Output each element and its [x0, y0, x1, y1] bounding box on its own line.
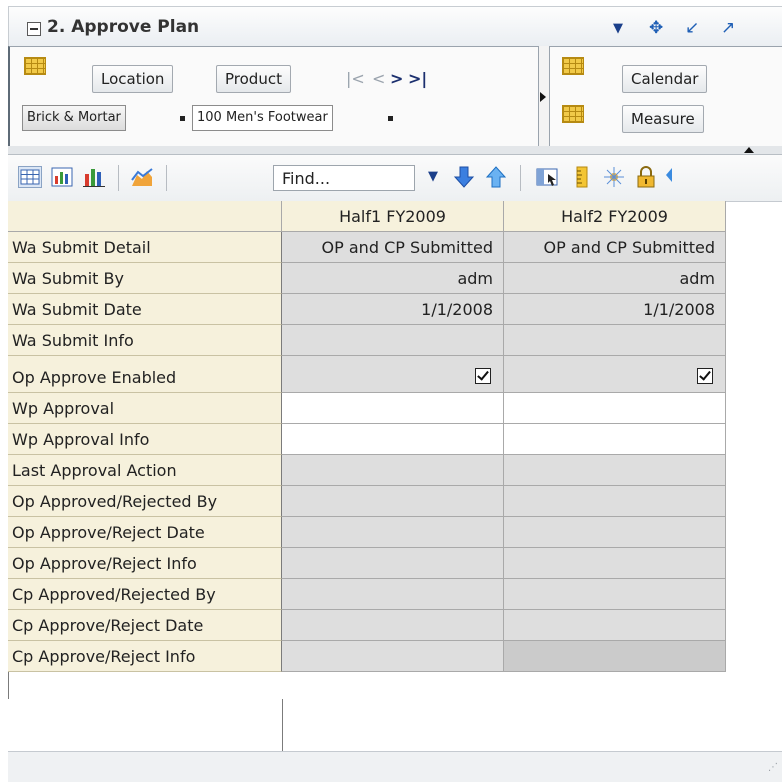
table-chart-view-icon[interactable] [50, 166, 74, 188]
table-cell[interactable] [282, 641, 504, 672]
row-label: Cp Approve/Reject Info [8, 641, 282, 672]
table-cell[interactable] [504, 393, 726, 424]
table-cell[interactable] [504, 548, 726, 579]
table-cell[interactable] [282, 325, 504, 356]
grid-corner-header [8, 201, 282, 232]
measure-dimension-button[interactable]: Measure [622, 105, 704, 133]
lock-icon[interactable] [634, 166, 658, 188]
row-label: Wa Submit Info [8, 325, 282, 356]
approve-plan-view: 2. Approve Plan ▼ ✥ ↙ ↗ Location Product… [0, 0, 782, 782]
measure-grid-icon [562, 105, 584, 123]
prev-page-icon[interactable]: < [372, 69, 385, 88]
location-selection-pill[interactable]: Brick & Mortar [22, 105, 126, 131]
toolbar-separator [166, 165, 167, 191]
table-cell[interactable] [282, 548, 504, 579]
toolbar-separator [118, 165, 119, 191]
toolbar-separator [520, 165, 521, 191]
table-cell[interactable] [282, 455, 504, 486]
grid-empty-label-area [8, 699, 283, 751]
table-cell[interactable]: OP and CP Submitted [282, 232, 504, 263]
table-cell[interactable] [282, 393, 504, 424]
row-label: Cp Approved/Rejected By [8, 579, 282, 610]
product-dimension-button[interactable]: Product [216, 65, 291, 93]
product-pill-handle-icon [388, 116, 393, 121]
spread-icon[interactable] [602, 166, 626, 188]
row-label: Op Approve Enabled [8, 356, 282, 393]
find-previous-up-icon[interactable] [484, 166, 508, 188]
area-chart-icon[interactable] [130, 166, 154, 188]
table-cell[interactable] [504, 486, 726, 517]
table-cell[interactable] [504, 641, 726, 672]
row-label: Op Approved/Rejected By [8, 486, 282, 517]
table-cell[interactable] [282, 579, 504, 610]
row-label: Wa Submit By [8, 263, 282, 294]
row-label: Last Approval Action [8, 455, 282, 486]
table-cell[interactable] [504, 455, 726, 486]
row-label: Op Approve/Reject Info [8, 548, 282, 579]
op-approve-enabled-checkbox[interactable] [697, 368, 713, 384]
table-cell[interactable] [504, 424, 726, 455]
calendar-dimension-button[interactable]: Calendar [622, 65, 708, 93]
column-axis-grid-icon [562, 57, 584, 75]
collapse-up-icon[interactable] [744, 147, 754, 153]
minimize-icon[interactable]: ↙ [685, 18, 699, 38]
pane-splitter[interactable] [8, 146, 782, 155]
location-pill-handle-icon [180, 116, 185, 121]
product-selection-pill[interactable]: 100 Men's Footwear [192, 105, 333, 131]
row-label: Wp Approval Info [8, 424, 282, 455]
column-header[interactable]: Half1 FY2009 [282, 201, 504, 232]
table-cell[interactable] [282, 486, 504, 517]
collapse-icon[interactable] [27, 22, 41, 36]
move-icon[interactable]: ✥ [649, 18, 663, 38]
refresh-icon[interactable] [664, 166, 688, 188]
table-cell[interactable] [282, 356, 504, 393]
row-label: Cp Approve/Reject Date [8, 610, 282, 641]
find-next-down-icon[interactable] [452, 166, 476, 188]
table-cell[interactable]: adm [282, 263, 504, 294]
row-label: Op Approve/Reject Date [8, 517, 282, 548]
view-title: 2. Approve Plan [47, 17, 200, 37]
view-toolbar: Find... ▼ [8, 155, 782, 202]
column-header[interactable]: Half2 FY2009 [504, 201, 726, 232]
first-page-icon[interactable]: |< [346, 69, 365, 88]
table-cell[interactable] [504, 610, 726, 641]
pivot-header-area: Location Product |< < > >| Brick & Morta… [8, 46, 782, 148]
row-label: Wa Submit Date [8, 294, 282, 325]
op-approve-enabled-checkbox[interactable] [475, 368, 491, 384]
row-label: Wp Approval [8, 393, 282, 424]
select-cells-icon[interactable] [536, 166, 560, 188]
table-cell[interactable] [504, 325, 726, 356]
table-cell[interactable]: OP and CP Submitted [504, 232, 726, 263]
row-axis-grid-icon [24, 57, 46, 75]
maximize-icon[interactable]: ↗ [721, 18, 735, 38]
table-cell[interactable]: adm [504, 263, 726, 294]
next-page-icon[interactable]: > [390, 69, 403, 88]
expand-right-icon[interactable] [540, 92, 546, 102]
table-cell[interactable]: 1/1/2008 [282, 294, 504, 325]
table-cell[interactable] [282, 517, 504, 548]
chart-view-icon[interactable] [82, 166, 106, 188]
view-title-bar: 2. Approve Plan ▼ ✥ ↙ ↗ [8, 6, 782, 47]
table-view-icon[interactable] [18, 166, 42, 188]
status-bar: ⋰ [8, 751, 782, 782]
find-input[interactable]: Find... [273, 165, 415, 191]
table-cell[interactable] [282, 610, 504, 641]
last-page-icon[interactable]: >| [408, 69, 427, 88]
table-cell[interactable] [282, 424, 504, 455]
row-label: Wa Submit Detail [8, 232, 282, 263]
dropdown-arrow-icon[interactable]: ▼ [613, 21, 623, 36]
table-cell[interactable] [504, 517, 726, 548]
table-cell[interactable]: 1/1/2008 [504, 294, 726, 325]
table-cell[interactable] [504, 579, 726, 610]
location-dimension-button[interactable]: Location [92, 65, 174, 93]
table-cell[interactable] [504, 356, 726, 393]
resize-grip-icon[interactable]: ⋰ [768, 762, 778, 773]
ruler-icon[interactable] [570, 166, 594, 188]
find-dropdown-icon[interactable]: ▼ [428, 169, 438, 184]
